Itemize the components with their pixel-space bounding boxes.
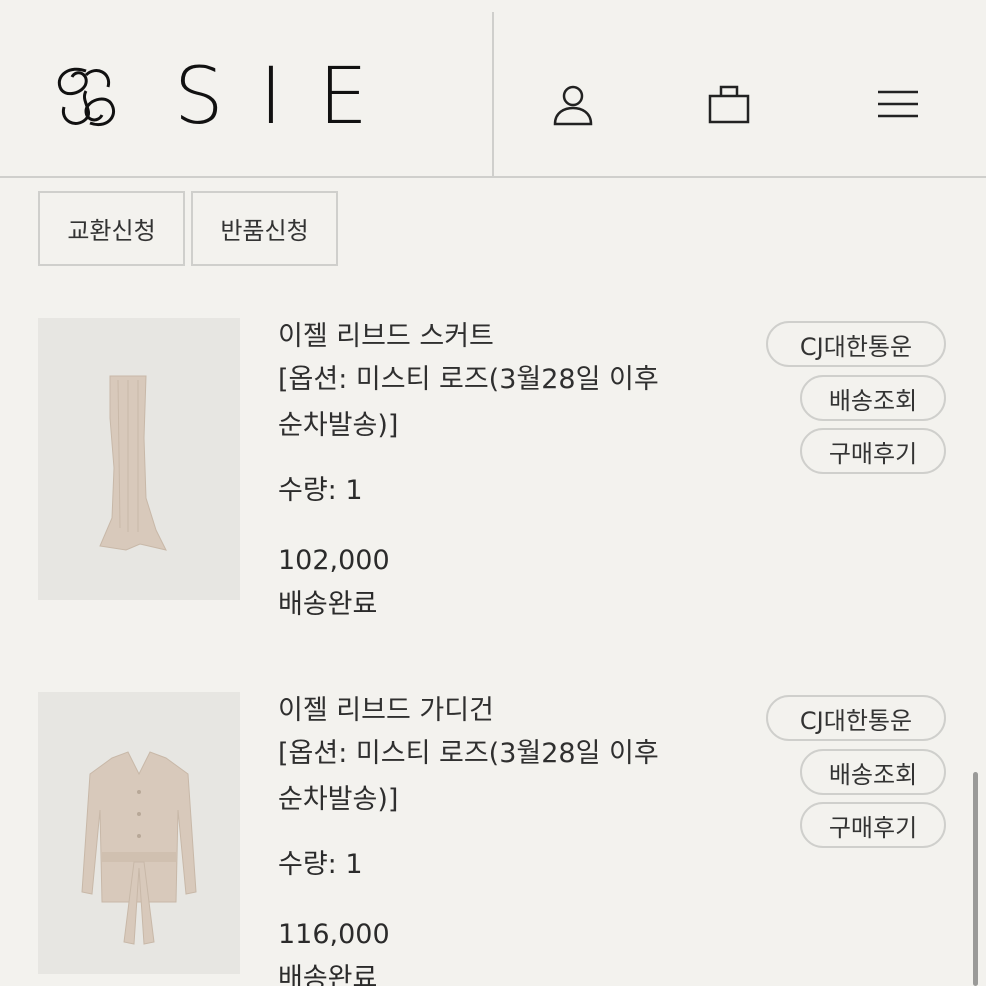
menu-icon[interactable] (874, 80, 922, 128)
exchange-request-button[interactable]: 교환신청 (38, 191, 185, 266)
return-request-button[interactable]: 반품신청 (191, 191, 338, 266)
product-option-line1: [옵션: 미스티 로즈(3월28일 이후 (278, 738, 659, 769)
brand-logo[interactable]: SIE (50, 58, 404, 136)
scrollbar[interactable] (973, 772, 978, 986)
order-info: 이젤 리브드 스커트 [옵션: 미스티 로즈(3월28일 이후 순차발송)] 수… (278, 318, 728, 624)
product-option-line2: 순차발송)] (278, 784, 399, 815)
courier-button[interactable]: CJ대한통운 (766, 695, 946, 741)
product-price: 116,000 (278, 919, 390, 950)
site-header: SIE (0, 12, 986, 178)
header-divider (492, 12, 494, 176)
product-option: [옵션: 미스티 로즈(3월28일 이후 순차발송)] (278, 730, 728, 824)
bag-icon[interactable] (705, 80, 753, 128)
logo-mark-icon (57, 67, 115, 126)
order-status: 배송완료 (278, 589, 378, 620)
product-image-cardigan[interactable] (38, 692, 240, 974)
product-option: [옵션: 미스티 로즈(3월28일 이후 순차발송)] (278, 356, 728, 450)
logo-text: SIE (174, 52, 404, 142)
user-icon[interactable] (549, 80, 597, 128)
product-name[interactable]: 이젤 리브드 스커트 (278, 318, 728, 356)
write-review-button[interactable]: 구매후기 (800, 428, 946, 474)
product-quantity: 수량: 1 (278, 475, 363, 506)
courier-button[interactable]: CJ대한통운 (766, 321, 946, 367)
track-delivery-button[interactable]: 배송조회 (800, 375, 946, 421)
product-price: 102,000 (278, 545, 390, 576)
order-status: 배송완료 (278, 963, 378, 986)
write-review-button[interactable]: 구매후기 (800, 802, 946, 848)
product-image-skirt[interactable] (38, 318, 240, 600)
product-quantity: 수량: 1 (278, 849, 363, 880)
track-delivery-button[interactable]: 배송조회 (800, 749, 946, 795)
product-name[interactable]: 이젤 리브드 가디건 (278, 692, 728, 730)
product-option-line2: 순차발송)] (278, 410, 399, 441)
product-option-line1: [옵션: 미스티 로즈(3월28일 이후 (278, 364, 659, 395)
order-info: 이젤 리브드 가디건 [옵션: 미스티 로즈(3월28일 이후 순차발송)] 수… (278, 692, 728, 986)
